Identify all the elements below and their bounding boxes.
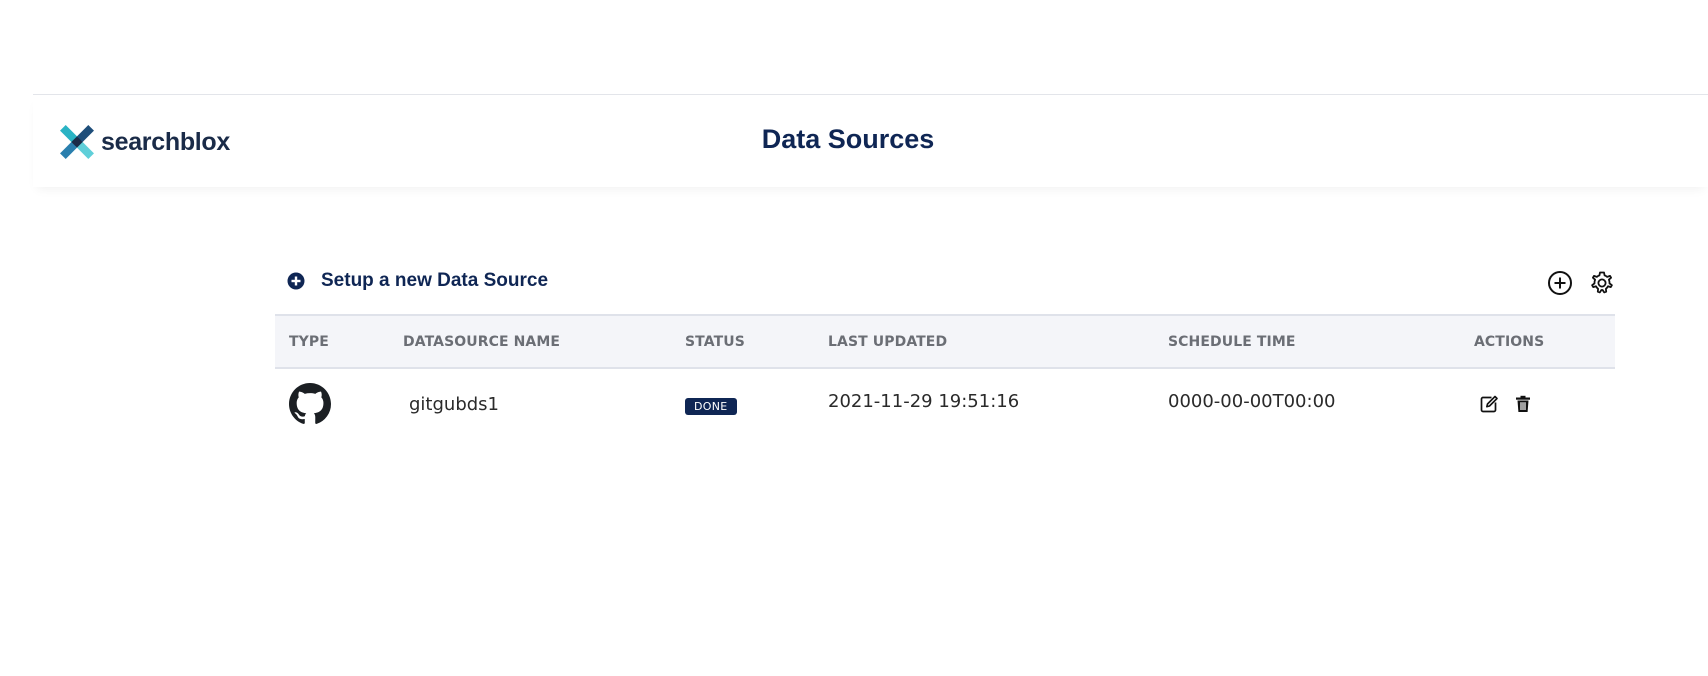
column-header-datasource-name[interactable]: DATASOURCE NAME — [389, 314, 671, 369]
cell-schedule-time: 0000-00-00T00:00 — [1168, 390, 1336, 412]
setup-new-datasource-link[interactable]: Setup a new Data Source — [287, 270, 548, 292]
column-header-actions: ACTIONS — [1460, 314, 1615, 369]
cell-last-updated: 2021-11-29 19:51:16 — [828, 390, 1020, 412]
status-badge: DONE — [685, 397, 737, 415]
table-header-row: TYPE DATASOURCE NAME STATUS LAST UPDATED… — [275, 314, 1615, 369]
datasource-name-text[interactable]: gitgubds1 — [403, 394, 499, 415]
cell-datasource-name[interactable]: gitgubds1 — [389, 368, 671, 439]
page-title: Data Sources — [761, 124, 935, 154]
cell-type — [275, 368, 389, 439]
cell-status: DONE — [671, 368, 814, 439]
toolbar: Setup a new Data Source — [275, 262, 1615, 314]
edit-icon[interactable] — [1479, 394, 1499, 414]
cell-actions — [1460, 368, 1615, 439]
page: searchblox Data Sources Setup a new Data… — [0, 0, 1708, 676]
plus-circle-icon — [287, 272, 305, 290]
column-header-last-updated[interactable]: LAST UPDATED — [814, 314, 1154, 369]
setup-new-datasource-label: Setup a new Data Source — [321, 270, 549, 291]
table-row: gitgubds1 DONE 2021-11-29 19:51:16 0000-… — [275, 368, 1615, 439]
column-header-type[interactable]: TYPE — [275, 314, 389, 369]
add-icon[interactable] — [1547, 270, 1573, 296]
column-header-schedule-time[interactable]: SCHEDULE TIME — [1154, 314, 1460, 369]
app-header: searchblox Data Sources — [33, 94, 1708, 187]
settings-gear-icon[interactable] — [1589, 270, 1615, 296]
delete-trash-icon[interactable] — [1513, 394, 1533, 414]
datasources-table: TYPE DATASOURCE NAME STATUS LAST UPDATED… — [275, 314, 1615, 439]
main-content: Setup a new Data Source TYPE DATASOURCE … — [275, 262, 1615, 439]
row-actions — [1474, 394, 1615, 414]
github-icon — [289, 383, 331, 424]
column-header-status[interactable]: STATUS — [671, 314, 814, 369]
toolbar-icons — [1547, 270, 1615, 296]
